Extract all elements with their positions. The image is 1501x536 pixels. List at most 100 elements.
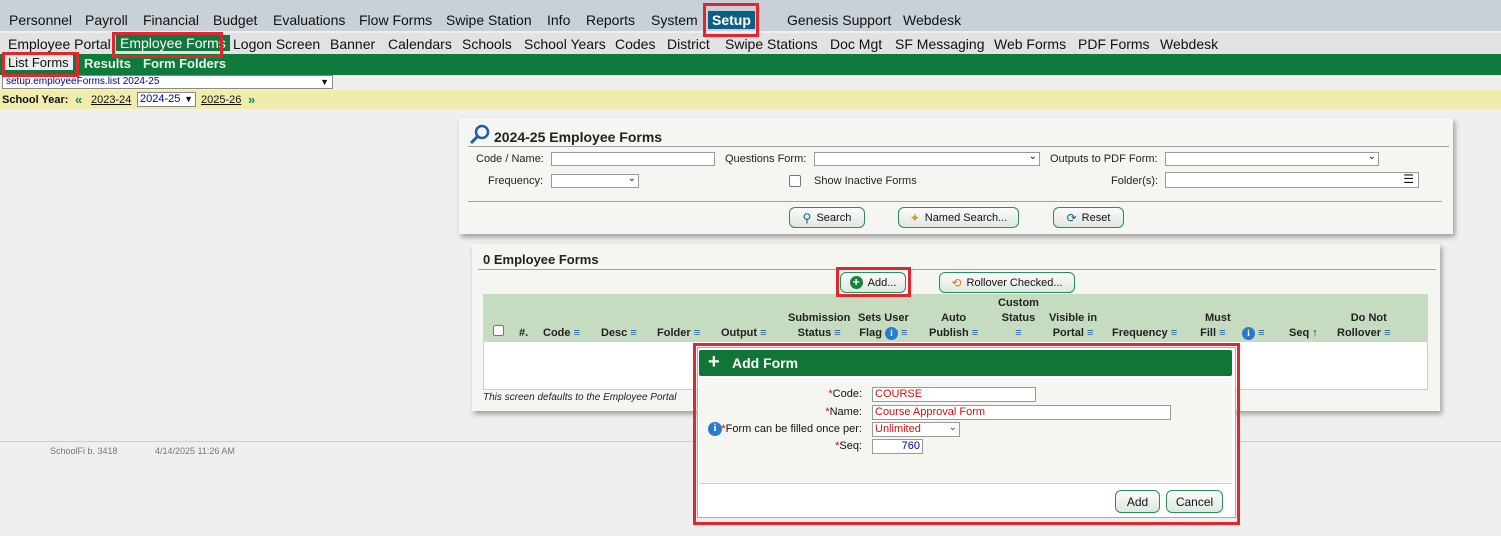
subnav-schools[interactable]: Schools: [462, 36, 512, 52]
questions-form-label: Questions Form:: [725, 153, 807, 165]
nav-evaluations[interactable]: Evaluations: [273, 12, 345, 28]
path-select-value: setup.employeeForms.list 2024-25: [6, 76, 160, 87]
prev-year-arrow-icon[interactable]: «: [75, 92, 82, 107]
subnav-banner[interactable]: Banner: [330, 36, 375, 52]
tab-bar: List Forms Results Form Folders: [0, 54, 1501, 75]
dialog-add-button[interactable]: Add: [1115, 490, 1160, 513]
info-icon[interactable]: i: [708, 422, 722, 436]
search-panel-title: 2024-25 Employee Forms: [494, 129, 663, 145]
subnav-webdesk[interactable]: Webdesk: [1160, 36, 1218, 52]
add-form-button[interactable]: + Add...: [840, 272, 906, 293]
subnav-pdf-forms[interactable]: PDF Forms: [1078, 36, 1150, 52]
column-menu-icon: ≡: [834, 327, 841, 339]
prev-year-link[interactable]: 2023-24: [91, 94, 131, 106]
tab-list-forms[interactable]: List Forms: [4, 55, 73, 70]
search-button[interactable]: ⚲ Search: [789, 207, 865, 228]
subnav-codes[interactable]: Codes: [615, 36, 655, 52]
column-menu-icon: ≡: [971, 327, 979, 339]
reset-button[interactable]: ⟳ Reset: [1053, 207, 1124, 228]
path-select[interactable]: setup.employeeForms.list 2024-25 ▼: [2, 75, 333, 89]
info-icon[interactable]: i: [1242, 327, 1255, 340]
frequency-select[interactable]: ⌄: [551, 173, 639, 188]
subnav-district[interactable]: District: [667, 36, 710, 52]
col-header-custom-status[interactable]: Custom Status ≡: [998, 296, 1039, 341]
nav-payroll[interactable]: Payroll: [85, 12, 128, 28]
nav-genesis-support[interactable]: Genesis Support: [787, 12, 891, 28]
chevron-down-icon: ⌄: [1367, 151, 1376, 162]
seq-field[interactable]: 760: [872, 439, 923, 454]
col-header-must-fill[interactable]: Must Fill ≡: [1195, 311, 1231, 341]
filled-once-per-select[interactable]: Unlimited ⌄: [872, 422, 960, 437]
col-header-frequency[interactable]: Frequency ≡: [1112, 326, 1177, 341]
subnav-logon-screen[interactable]: Logon Screen: [233, 36, 320, 52]
magic-search-icon: ✦: [909, 210, 920, 225]
code-field[interactable]: COURSE: [872, 387, 1036, 402]
col-header-sets-user-flag[interactable]: Sets User Flag i ≡: [858, 311, 909, 341]
dialog-add-button-label: Add: [1126, 494, 1149, 509]
subnav-swipe-stations[interactable]: Swipe Stations: [725, 36, 818, 52]
dialog-footer: Add Cancel: [699, 483, 1232, 516]
nav-setup[interactable]: Setup: [708, 11, 755, 29]
col-header-code[interactable]: Code ≡: [543, 326, 580, 341]
dialog-header: + Add Form: [699, 350, 1232, 376]
subnav-employee-forms[interactable]: Employee Forms: [116, 35, 230, 51]
subnav-school-years[interactable]: School Years: [524, 36, 606, 52]
tab-form-folders[interactable]: Form Folders: [143, 56, 226, 71]
nav-swipe-station[interactable]: Swipe Station: [446, 12, 532, 28]
subnav-sf-messaging[interactable]: SF Messaging: [895, 36, 984, 52]
nav-budget[interactable]: Budget: [213, 12, 257, 28]
col-header-info[interactable]: i ≡: [1242, 326, 1264, 341]
show-inactive-checkbox[interactable]: [789, 175, 801, 187]
subnav-employee-portal[interactable]: Employee Portal: [8, 36, 111, 52]
info-icon[interactable]: i: [884, 327, 898, 340]
col-header-seq[interactable]: Seq ↑: [1289, 326, 1318, 341]
school-year-label: School Year:: [2, 94, 69, 106]
subnav-web-forms[interactable]: Web Forms: [994, 36, 1066, 52]
select-all-checkbox[interactable]: [493, 325, 504, 336]
list-menu-icon[interactable]: ☰: [1403, 172, 1414, 186]
col-header-folder[interactable]: Folder ≡: [657, 326, 700, 341]
nav-personnel[interactable]: Personnel: [9, 12, 72, 28]
footer-timestamp: 4/14/2025 11:26 AM: [155, 446, 235, 456]
folders-input[interactable]: ☰: [1165, 172, 1419, 188]
subnav-calendars[interactable]: Calendars: [388, 36, 452, 52]
col-header-do-not-rollover[interactable]: Do Not Rollover ≡: [1337, 311, 1391, 341]
nav-system[interactable]: System: [651, 12, 698, 28]
nav-reports[interactable]: Reports: [586, 12, 635, 28]
chevron-down-icon: ⌄: [948, 422, 957, 433]
rollover-checked-button[interactable]: ⟲ Rollover Checked...: [939, 272, 1075, 293]
questions-form-select[interactable]: ⌄: [814, 151, 1040, 166]
outputs-pdf-select[interactable]: ⌄: [1165, 151, 1379, 166]
col-header-auto-publish[interactable]: Auto Publish ≡: [929, 311, 978, 341]
build-number: SchoolFi b. 3418: [50, 446, 118, 456]
frequency-label: Frequency:: [488, 175, 544, 187]
col-header-output[interactable]: Output ≡: [721, 326, 767, 341]
sub-nav: Employee Portal Employee Forms Logon Scr…: [0, 33, 1501, 55]
divider: [468, 146, 1449, 147]
top-nav: Personnel Payroll Financial Budget Evalu…: [0, 0, 1501, 31]
name-field[interactable]: Course Approval Form: [872, 405, 1171, 420]
next-year-link[interactable]: 2025-26: [201, 94, 241, 106]
tab-results[interactable]: Results: [84, 56, 131, 71]
named-search-button[interactable]: ✦ Named Search...: [898, 207, 1019, 228]
next-year-arrow-icon[interactable]: »: [248, 92, 255, 107]
col-header-desc[interactable]: Desc ≡: [601, 326, 637, 341]
show-inactive-label: Show Inactive Forms: [814, 175, 917, 187]
column-menu-icon: ≡: [1384, 327, 1391, 339]
chevron-down-icon: ⌄: [1028, 151, 1037, 162]
code-name-input[interactable]: [551, 152, 715, 166]
col-header-submission-status[interactable]: Submission Status ≡: [788, 311, 850, 341]
dialog-cancel-button[interactable]: Cancel: [1166, 490, 1223, 513]
divider: [478, 269, 1436, 270]
column-menu-icon: ≡: [1086, 327, 1094, 339]
nav-webdesk[interactable]: Webdesk: [903, 12, 961, 28]
plus-icon: +: [708, 351, 720, 373]
code-field-label: *Code:: [828, 388, 862, 400]
nav-flow-forms[interactable]: Flow Forms: [359, 12, 432, 28]
school-year-select[interactable]: 2024-25 ▼: [137, 92, 196, 107]
subnav-doc-mgt[interactable]: Doc Mgt: [830, 36, 882, 52]
col-header-visible-in-portal[interactable]: Visible in Portal ≡: [1049, 311, 1097, 341]
nav-info[interactable]: Info: [547, 12, 570, 28]
nav-financial[interactable]: Financial: [143, 12, 199, 28]
col-header-num: #.: [519, 327, 529, 339]
